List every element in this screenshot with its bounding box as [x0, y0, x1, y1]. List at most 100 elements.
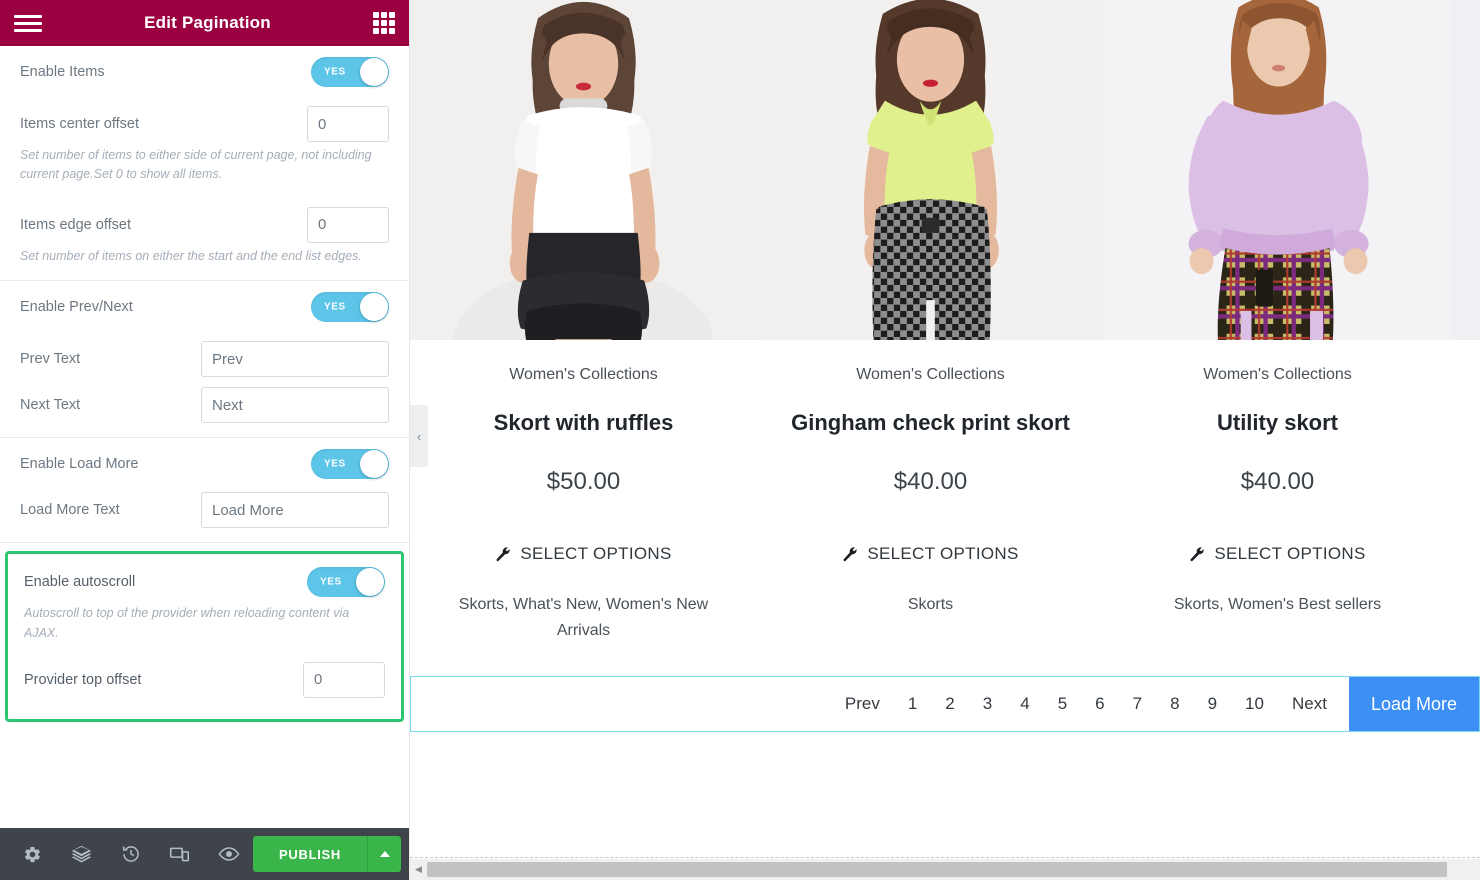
gear-icon[interactable]	[8, 828, 57, 880]
label-enable-autoscroll: Enable autoscroll	[24, 574, 136, 591]
panel-header: Edit Pagination	[0, 0, 409, 46]
pagination-widget: Prev 1 2 3 4 5 6 7 8 9 10 Next Load More	[410, 676, 1480, 732]
panel-footer: PUBLISH	[0, 828, 409, 880]
label-prev-text: Prev Text	[20, 351, 81, 368]
hamburger-icon[interactable]	[14, 14, 42, 32]
pagination-page-2[interactable]: 2	[931, 694, 968, 714]
select-options-label: SELECT OPTIONS	[520, 544, 672, 563]
wrench-icon	[1190, 547, 1204, 562]
responsive-icon[interactable]	[155, 828, 204, 880]
pagination-page-10[interactable]: 10	[1231, 694, 1278, 714]
toggle-knob	[356, 568, 384, 597]
label-next-text: Next Text	[20, 397, 81, 414]
section-items: Enable Items YES Items center offset Set…	[0, 46, 409, 282]
label-provider-top-offset: Provider top offset	[24, 671, 142, 688]
product-category: Women's Collections	[1203, 366, 1352, 383]
publish-button[interactable]: PUBLISH	[253, 836, 367, 872]
publish-options-button[interactable]	[367, 836, 401, 872]
input-items-edge-offset[interactable]	[307, 206, 389, 243]
toggle-value: YES	[324, 458, 346, 470]
control-enable-load-more: Enable Load More YES	[20, 438, 389, 490]
product-title[interactable]: Utility skort	[1104, 410, 1451, 436]
product-image	[1451, 0, 1480, 340]
wrench-icon	[496, 547, 510, 562]
control-items-edge-offset: Items edge offset	[20, 199, 389, 251]
control-items-center-offset: Items center offset	[20, 98, 389, 150]
history-icon[interactable]	[106, 828, 155, 880]
toggle-value: YES	[324, 66, 346, 78]
select-options-label: SELECT OPTIONS	[867, 544, 1019, 563]
pagination-page-7[interactable]: 7	[1119, 694, 1156, 714]
product-tags: Skorts, Women's Best sellers	[1173, 596, 1382, 613]
product-card[interactable]: Women's Collections Skort with ruffles $…	[410, 0, 757, 643]
scroll-left-arrow[interactable]: ◀	[410, 859, 427, 880]
panel-collapse-handle[interactable]: ‹	[410, 405, 428, 467]
toggle-enable-prev-next[interactable]: YES	[311, 292, 389, 323]
product-image[interactable]	[757, 0, 1104, 340]
input-next-text[interactable]	[201, 387, 389, 424]
control-provider-top-offset: Provider top offset	[24, 657, 385, 709]
pagination-page-3[interactable]: 3	[969, 694, 1006, 714]
product-image[interactable]	[410, 0, 757, 340]
pagination-page-4[interactable]: 4	[1006, 694, 1043, 714]
select-options-button[interactable]: SELECT OPTIONS	[757, 544, 1104, 564]
product-category: Women's Collections	[856, 366, 1005, 383]
toggle-knob	[360, 58, 388, 86]
product-card[interactable]: Women's Collections Utility skort $40.00…	[1104, 0, 1451, 643]
eye-icon[interactable]	[204, 828, 253, 880]
input-load-more-text[interactable]	[201, 492, 389, 529]
product-image[interactable]	[1104, 0, 1451, 340]
label-enable-load-more: Enable Load More	[20, 456, 139, 473]
desc-items-edge-offset: Set number of items on either the start …	[20, 248, 362, 263]
product-tags: Skorts, What's New, Women's New Arrivals	[458, 596, 709, 639]
pagination-page-1[interactable]: 1	[894, 694, 931, 714]
pagination-prev[interactable]: Prev	[831, 694, 894, 714]
pagination-page-5[interactable]: 5	[1044, 694, 1081, 714]
section-autoscroll: Enable autoscroll YES Autoscroll to top …	[5, 551, 404, 722]
product-price: $50.00	[546, 468, 621, 495]
publish-group: PUBLISH	[253, 836, 401, 872]
horizontal-scrollbar[interactable]: ◀	[410, 859, 1480, 880]
model-photo-skort-ruffles	[410, 0, 757, 340]
product-grid: Women's Collections Skort with ruffles $…	[410, 0, 1480, 643]
label-enable-prev-next: Enable Prev/Next	[20, 299, 133, 316]
label-items-center-offset: Items center offset	[20, 116, 140, 132]
load-more-button[interactable]: Load More	[1348, 677, 1479, 731]
pagination-page-6[interactable]: 6	[1081, 694, 1118, 714]
section-prev-next: Enable Prev/Next YES Prev Text Next Text	[0, 281, 409, 439]
scrollbar-thumb[interactable]	[427, 862, 1447, 877]
toggle-enable-items[interactable]: YES	[311, 57, 389, 87]
layers-icon[interactable]	[57, 828, 106, 880]
wrench-icon	[843, 547, 857, 562]
control-prev-text: Prev Text	[20, 333, 389, 385]
chevron-left-icon: ‹	[416, 428, 422, 444]
page-title: Edit Pagination	[144, 13, 271, 32]
desc-items-center-offset: Set number of items to either side of cu…	[20, 148, 372, 182]
section-divider	[410, 857, 1480, 858]
toggle-enable-autoscroll[interactable]: YES	[307, 567, 385, 598]
input-prev-text[interactable]	[201, 341, 389, 378]
select-options-button[interactable]: SELECT OPTIONS	[1104, 544, 1451, 564]
toggle-value: YES	[320, 576, 342, 588]
input-items-center-offset[interactable]	[307, 106, 389, 142]
toggle-value: YES	[324, 301, 346, 313]
preview-canvas: Women's Collections Skort with ruffles $…	[410, 0, 1480, 880]
product-price: $40.00	[893, 468, 968, 495]
elementor-editor: Edit Pagination Enable Items YES Items c…	[0, 0, 1480, 880]
input-provider-top-offset[interactable]	[303, 661, 385, 698]
toggle-knob	[360, 293, 388, 322]
select-options-button[interactable]: SELECT OPTIONS	[410, 544, 757, 564]
pagination-page-9[interactable]: 9	[1194, 694, 1231, 714]
toggle-enable-load-more[interactable]: YES	[311, 449, 389, 480]
pagination-next[interactable]: Next	[1278, 694, 1341, 714]
product-card-partial[interactable]	[1451, 0, 1480, 643]
model-photo-utility-skort	[1104, 0, 1451, 340]
product-category: Women's Collections	[509, 366, 658, 383]
product-title[interactable]: Skort with ruffles	[410, 410, 757, 436]
desc-autoscroll: Autoscroll to top of the provider when r…	[24, 606, 350, 640]
product-card[interactable]: Women's Collections Gingham check print …	[757, 0, 1104, 643]
label-items-edge-offset: Items edge offset	[20, 216, 131, 233]
pagination-page-8[interactable]: 8	[1156, 694, 1193, 714]
grid-icon[interactable]	[373, 12, 395, 34]
product-title[interactable]: Gingham check print skort	[757, 410, 1104, 436]
